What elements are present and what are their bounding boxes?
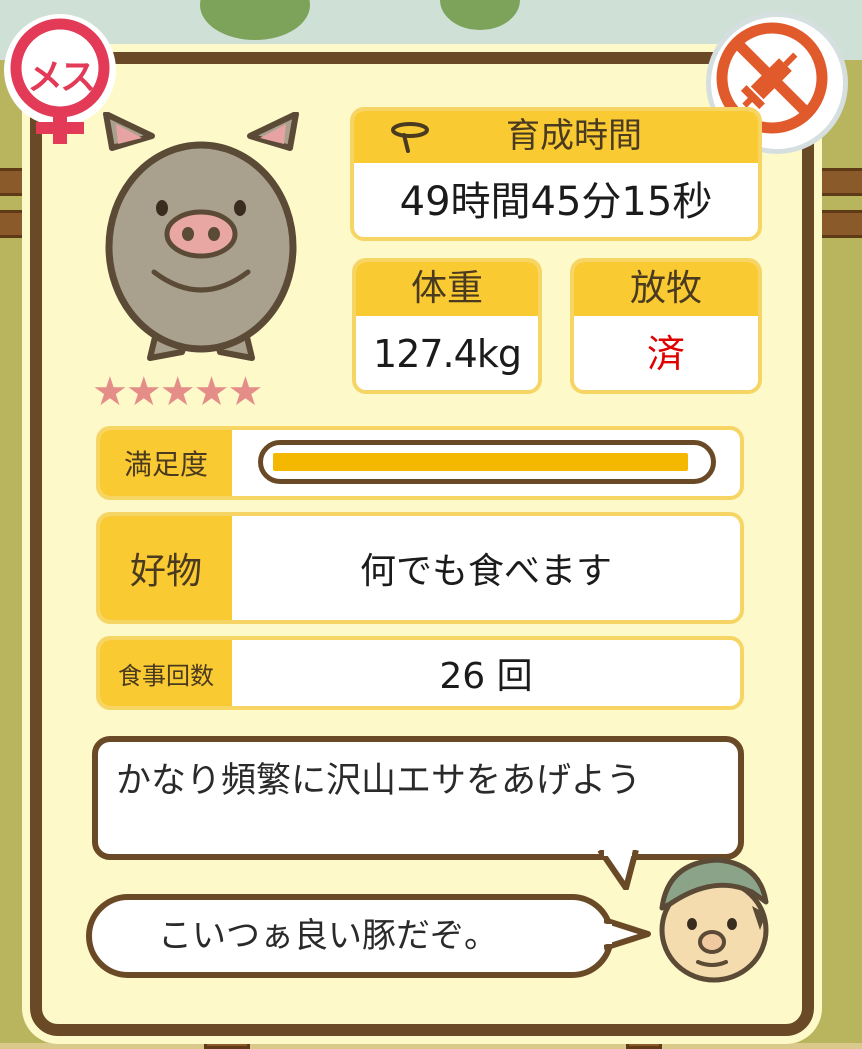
growth-time-value: 49時間45分15秒	[399, 179, 713, 225]
pig-icon	[103, 111, 299, 361]
grazing-panel: 放牧 済	[570, 258, 762, 394]
comment-bubble: こいつぁ良い豚だぞ。	[86, 894, 614, 978]
weight-label: 体重	[356, 262, 538, 316]
favorite-food-value: 何でも食べます	[359, 551, 612, 592]
weight-value: 127.4kg	[373, 332, 522, 376]
advice-bubble-tail	[597, 850, 639, 890]
comment-message: こいつぁ良い豚だぞ。	[158, 916, 498, 956]
comment-bubble-tail	[604, 917, 651, 951]
sex-label: メス	[26, 57, 96, 98]
satisfaction-meter-fill	[273, 453, 688, 471]
growth-time-panel: 育成時間 49時間45分15秒	[350, 107, 762, 241]
watering-can-icon	[391, 122, 429, 153]
advice-message: かなり頻繁に沢山エサをあげよう	[116, 761, 642, 801]
favorite-food-label: 好物	[100, 516, 232, 620]
grazing-value: 済	[646, 332, 685, 376]
rating-stars: ★★★★★	[92, 369, 263, 415]
growth-time-label: 育成時間	[506, 116, 642, 156]
pig-portrait[interactable]	[92, 111, 310, 362]
favorite-food-row: 好物 何でも食べます	[96, 512, 744, 624]
grazing-label: 放牧	[574, 262, 758, 316]
meal-count-label: 食事回数	[100, 640, 232, 706]
farmer-face-icon	[659, 857, 769, 983]
satisfaction-row: 満足度	[96, 426, 744, 500]
meal-count-row: 食事回数 26 回	[96, 636, 744, 710]
satisfaction-label: 満足度	[100, 430, 232, 496]
satisfaction-meter	[258, 440, 716, 484]
growth-time-header: 育成時間	[354, 111, 758, 163]
advice-bubble: かなり頻繁に沢山エサをあげよう	[92, 736, 744, 860]
farmer-avatar	[648, 852, 780, 984]
meal-count-value: 26 回	[439, 656, 533, 697]
weight-panel: 体重 127.4kg	[352, 258, 542, 394]
